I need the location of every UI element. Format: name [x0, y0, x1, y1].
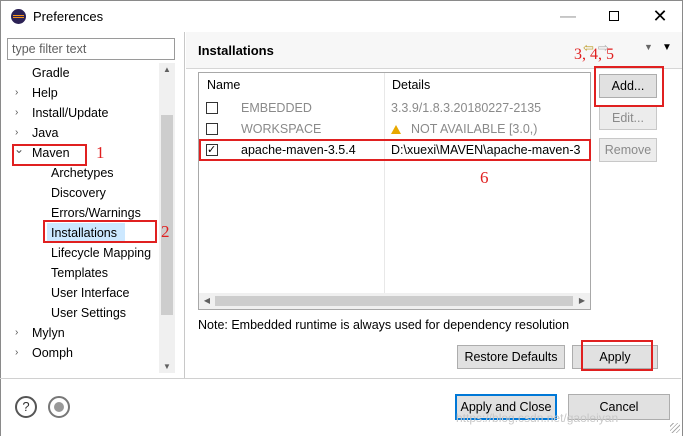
column-header-details[interactable]: Details: [384, 73, 590, 97]
tree-item-mylyn[interactable]: › Mylyn: [7, 323, 159, 343]
tree-item-errors-warnings[interactable]: Errors/Warnings: [7, 203, 159, 223]
tree-label: Oomph: [32, 346, 73, 360]
restore-defaults-button[interactable]: Restore Defaults: [457, 345, 565, 369]
table-horizontal-scrollbar[interactable]: ◀ ▶: [199, 293, 590, 309]
tree-item-help[interactable]: › Help: [7, 83, 159, 103]
row-checkbox[interactable]: [206, 140, 218, 160]
chevron-right-icon[interactable]: ›: [15, 103, 25, 123]
tree-label: Discovery: [51, 186, 106, 200]
table-row[interactable]: EMBEDDED 3.3.9/1.8.3.20180227-2135: [199, 98, 590, 118]
tree-item-archetypes[interactable]: Archetypes: [7, 163, 159, 183]
help-icon[interactable]: ?: [15, 396, 37, 418]
chevron-right-icon[interactable]: ›: [15, 83, 25, 103]
edit-button[interactable]: Edit...: [599, 106, 657, 130]
row-details: D:\xuexi\MAVEN\apache-maven-3: [391, 143, 581, 157]
watermark: https://blog.csdn.net/gaoleiyan: [456, 411, 619, 425]
resize-grip[interactable]: [670, 423, 680, 433]
installations-table: Name Details EMBEDDED 3.3.9/1.8.3.201802…: [198, 72, 591, 310]
minimize-button[interactable]: —: [545, 1, 591, 32]
page-title: Installations: [198, 43, 274, 58]
tree-item-install-update[interactable]: › Install/Update: [7, 103, 159, 123]
history-dropdown-icon[interactable]: ▼: [644, 42, 653, 52]
tree-item-java[interactable]: › Java: [7, 123, 159, 143]
annotation-label-6: 6: [480, 168, 489, 187]
scroll-right-icon[interactable]: ▶: [574, 293, 590, 309]
apply-button[interactable]: Apply: [572, 345, 658, 369]
tree-label: Templates: [51, 266, 108, 280]
filter-input[interactable]: type filter text: [7, 38, 175, 60]
warning-icon: [391, 125, 401, 134]
footer-separator: [0, 378, 681, 379]
view-menu-icon[interactable]: ▼: [662, 42, 672, 53]
row-name: apache-maven-3.5.4: [241, 143, 356, 157]
tree-item-user-interface[interactable]: User Interface: [7, 283, 159, 303]
scroll-down-icon[interactable]: ▼: [159, 362, 175, 371]
tree-item-oomph[interactable]: › Oomph: [7, 343, 159, 363]
tree-item-lifecycle-mapping[interactable]: Lifecycle Mapping: [7, 243, 159, 263]
tree-label: Maven: [32, 146, 70, 160]
tree-item-discovery[interactable]: Discovery: [7, 183, 159, 203]
scroll-left-icon[interactable]: ◀: [199, 293, 215, 309]
tree-label: Gradle: [32, 66, 70, 80]
eclipse-icon: [11, 9, 26, 24]
column-header-name[interactable]: Name: [199, 73, 384, 97]
chevron-right-icon[interactable]: ›: [15, 343, 25, 363]
remove-button[interactable]: Remove: [599, 138, 657, 162]
tree-label: Installations: [51, 226, 118, 240]
tree-label: Install/Update: [32, 106, 109, 120]
scrollbar-thumb[interactable]: [161, 115, 173, 315]
window-title: Preferences: [33, 9, 104, 24]
table-row[interactable]: apache-maven-3.5.4 D:\xuexi\MAVEN\apache…: [199, 140, 590, 160]
row-name: EMBEDDED: [241, 101, 312, 115]
row-checkbox[interactable]: [206, 123, 218, 135]
tree-item-installations[interactable]: Installations: [47, 223, 125, 243]
tree-label: User Interface: [51, 286, 130, 300]
add-button[interactable]: Add...: [599, 74, 657, 98]
row-details: 3.3.9/1.8.3.20180227-2135: [391, 101, 542, 115]
pane-divider[interactable]: [184, 32, 185, 378]
import-export-icon[interactable]: [48, 396, 70, 418]
row-checkbox[interactable]: [206, 102, 218, 114]
scrollbar-thumb[interactable]: [215, 296, 573, 306]
tree-label: User Settings: [51, 306, 127, 320]
scroll-up-icon[interactable]: ▲: [159, 65, 175, 74]
chevron-down-icon[interactable]: ⌄: [14, 139, 24, 159]
maximize-button[interactable]: [591, 1, 637, 32]
tree-scrollbar[interactable]: ▲ ▼: [159, 63, 175, 373]
close-button[interactable]: ✕: [637, 1, 683, 32]
tree-label: Lifecycle Mapping: [51, 246, 152, 260]
annotation-label-2: 2: [161, 222, 170, 241]
tree-label: Help: [32, 86, 58, 100]
table-row[interactable]: WORKSPACE NOT AVAILABLE [3.0,): [199, 119, 590, 139]
tree-item-user-settings[interactable]: User Settings: [7, 303, 159, 323]
maximize-icon: [609, 11, 619, 21]
annotation-label-345: 3, 4, 5: [574, 46, 614, 63]
embedded-runtime-note: Note: Embedded runtime is always used fo…: [198, 318, 570, 332]
tree-label: Java: [32, 126, 59, 140]
annotation-label-1: 1: [96, 143, 105, 162]
title-bar: Preferences — ✕: [0, 0, 683, 32]
tree-label: Errors/Warnings: [51, 206, 141, 220]
row-name: WORKSPACE: [241, 122, 322, 136]
row-details: NOT AVAILABLE [3.0,): [411, 122, 538, 136]
chevron-right-icon[interactable]: ›: [15, 323, 25, 343]
tree-item-templates[interactable]: Templates: [7, 263, 159, 283]
tree-item-maven[interactable]: ⌄ Maven: [7, 142, 159, 163]
preference-tree: Gradle › Help › Install/Update › Java ⌄ …: [7, 63, 175, 373]
tree-item-gradle[interactable]: Gradle: [7, 63, 159, 83]
tree-label: Mylyn: [32, 326, 65, 340]
tree-label: Archetypes: [51, 166, 114, 180]
row-details-wrap: NOT AVAILABLE [3.0,): [391, 119, 537, 139]
